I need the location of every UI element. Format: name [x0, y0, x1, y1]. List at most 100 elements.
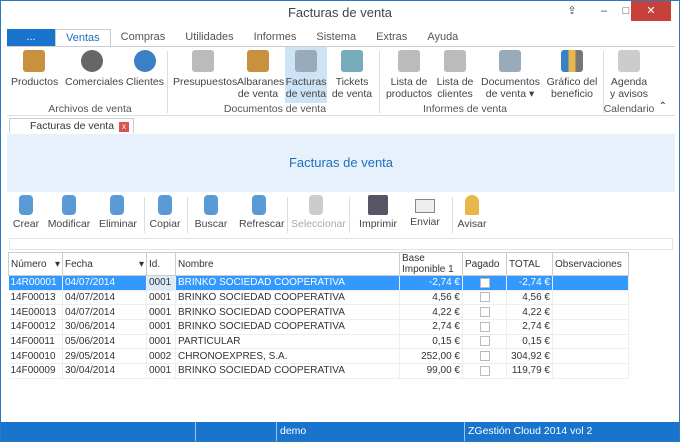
cell-obs: [552, 334, 629, 350]
document-tab[interactable]: Facturas de venta x: [9, 118, 135, 133]
presupuestos-button[interactable]: Presupuestos: [173, 50, 237, 102]
avisar-button[interactable]: Avisar: [457, 195, 487, 235]
tab-ayuda[interactable]: Ayuda: [417, 29, 468, 46]
agenda-button[interactable]: Agenda y avisos: [607, 50, 651, 102]
tab-ventas[interactable]: Ventas: [55, 29, 111, 47]
edit-db-icon: [62, 195, 76, 215]
cell-pagado[interactable]: [462, 363, 507, 379]
minimize-button[interactable]: –: [591, 1, 617, 21]
tab-extras[interactable]: Extras: [366, 29, 417, 46]
col-pagado[interactable]: Pagado: [462, 252, 507, 276]
close-button[interactable]: ✕: [631, 1, 671, 21]
col-base[interactable]: Base Imponible 1: [399, 252, 463, 276]
cell-nombre: BRINKO SOCIEDAD COOPERATIVA: [175, 290, 400, 306]
filter-dropdown-icon: ▾: [54, 258, 60, 270]
tab-utilidades[interactable]: Utilidades: [175, 29, 243, 46]
imprimir-dropdown[interactable]: Imprimir: [353, 195, 403, 235]
cell-pagado[interactable]: [462, 290, 507, 306]
tab-compras[interactable]: Compras: [111, 29, 176, 46]
table-row[interactable]: 14F00009 30/04/2014 0001 BRINKO SOCIEDAD CO…: [8, 363, 629, 379]
col-total[interactable]: TOTAL: [506, 252, 553, 276]
cell-obs: [552, 319, 629, 335]
cell-id: 0001: [146, 334, 176, 350]
bell-icon: [465, 195, 479, 215]
cell-nombre: BRINKO SOCIEDAD COOPERATIVA: [175, 363, 400, 379]
pagado-checkbox[interactable]: [479, 307, 490, 318]
lista-clientes-button[interactable]: Lista de clientes: [435, 50, 475, 102]
table-row[interactable]: 14F00010 29/05/2014 0002 CHRONOEXPRES, S.A.…: [8, 348, 629, 365]
table-row[interactable]: 14F00012 30/06/2014 0001 BRINKO SOCIEDAD CO…: [8, 319, 629, 335]
clientes-button[interactable]: Clientes: [125, 50, 165, 102]
col-fecha[interactable]: Fecha ▾: [62, 252, 147, 276]
product-list-icon: [398, 50, 420, 72]
tab-informes[interactable]: Informes: [244, 29, 307, 46]
users-icon: [134, 50, 156, 72]
cell-pagado[interactable]: [462, 334, 507, 350]
crear-button[interactable]: Crear: [11, 195, 41, 235]
copiar-button[interactable]: Copiar: [149, 195, 181, 235]
cell-numero: 14F00011: [8, 334, 63, 350]
group-calendario: Calendario: [603, 103, 655, 115]
seleccionar-button[interactable]: Seleccionar: [291, 195, 346, 235]
page-title: Facturas de venta: [7, 134, 675, 192]
cell-total: 304,92 €: [506, 348, 553, 365]
cell-total: 4,22 €: [506, 304, 553, 321]
table-row[interactable]: 14F00011 05/06/2014 0001 PARTICULAR 0,15 €0,…: [8, 334, 629, 350]
cell-numero: 14F00013: [8, 290, 63, 306]
close-tab-icon[interactable]: x: [119, 122, 130, 132]
pagado-checkbox[interactable]: [479, 365, 490, 376]
grafico-button[interactable]: Gráfico del beneficio: [545, 50, 599, 102]
eliminar-button[interactable]: Eliminar: [99, 195, 137, 235]
collapse-ribbon-icon[interactable]: ⌃: [659, 101, 667, 112]
col-observaciones[interactable]: Observaciones: [552, 252, 629, 276]
separator: [452, 197, 453, 233]
cell-base: 2,74 €: [399, 319, 463, 335]
restore-ribbon-icon[interactable]: ⇪: [559, 1, 585, 21]
documentos-venta-dropdown[interactable]: Documentos de venta ▾: [481, 50, 540, 102]
cell-pagado[interactable]: [462, 275, 507, 291]
cell-nombre: BRINKO SOCIEDAD COOPERATIVA: [175, 304, 400, 321]
cell-base: 4,56 €: [399, 290, 463, 306]
ribbon: Productos Comerciales Clientes Archivos …: [7, 46, 675, 116]
document-tab-label: Facturas de venta: [30, 120, 115, 132]
table-row[interactable]: 14E00013 04/07/2014 0001 BRINKO SOCIEDAD CO…: [8, 304, 629, 321]
tab-sistema[interactable]: Sistema: [306, 29, 366, 46]
modificar-button[interactable]: Modificar: [47, 195, 91, 235]
pagado-checkbox[interactable]: [479, 321, 490, 332]
cell-pagado[interactable]: [462, 304, 507, 321]
cell-base: 99,00 €: [399, 363, 463, 379]
productos-button[interactable]: Productos: [11, 50, 58, 102]
pagado-checkbox[interactable]: [479, 336, 490, 347]
lista-productos-button[interactable]: Lista de productos: [385, 50, 433, 102]
cell-fecha: 30/04/2014: [62, 363, 147, 379]
col-id[interactable]: Id.: [146, 252, 176, 276]
person-icon: [81, 50, 103, 72]
col-nombre[interactable]: Nombre: [175, 252, 400, 276]
table-row[interactable]: 14R00001 04/07/2014 0001 BRINKO SOCIEDAD CO…: [8, 275, 629, 291]
col-numero[interactable]: Número ▾: [8, 252, 63, 276]
tickets-button[interactable]: Tickets de venta: [331, 50, 373, 102]
table-row[interactable]: 14F00013 04/07/2014 0001 BRINKO SOCIEDAD CO…: [8, 290, 629, 306]
cell-nombre: CHRONOEXPRES, S.A.: [175, 348, 400, 365]
comerciales-button[interactable]: Comerciales: [65, 50, 123, 102]
refrescar-button[interactable]: Refrescar: [239, 195, 285, 235]
cell-fecha: 04/07/2014: [62, 304, 147, 321]
facturas-button[interactable]: Facturas de venta: [285, 47, 327, 103]
cell-obs: [552, 275, 629, 291]
filter-bar[interactable]: [9, 238, 673, 250]
ribbon-tabs: ... Ventas Compras Utilidades Informes S…: [7, 29, 468, 47]
cell-base: 252,00 €: [399, 348, 463, 365]
cell-pagado[interactable]: [462, 319, 507, 335]
copy-db-icon: [158, 195, 172, 215]
cell-base: 4,22 €: [399, 304, 463, 321]
pagado-checkbox[interactable]: [479, 351, 490, 362]
pagado-checkbox[interactable]: [479, 292, 490, 303]
cell-pagado[interactable]: [462, 348, 507, 365]
tab-file[interactable]: ...: [7, 29, 55, 46]
app-window: Facturas de venta ⇪ – □ ✕ ... Ventas Com…: [0, 0, 680, 442]
cell-nombre: PARTICULAR: [175, 334, 400, 350]
enviar-dropdown[interactable]: Enviar: [407, 195, 443, 235]
albaranes-button[interactable]: Albaranes de venta: [237, 50, 284, 102]
pagado-checkbox[interactable]: [479, 277, 490, 288]
buscar-dropdown[interactable]: Buscar: [191, 195, 231, 235]
